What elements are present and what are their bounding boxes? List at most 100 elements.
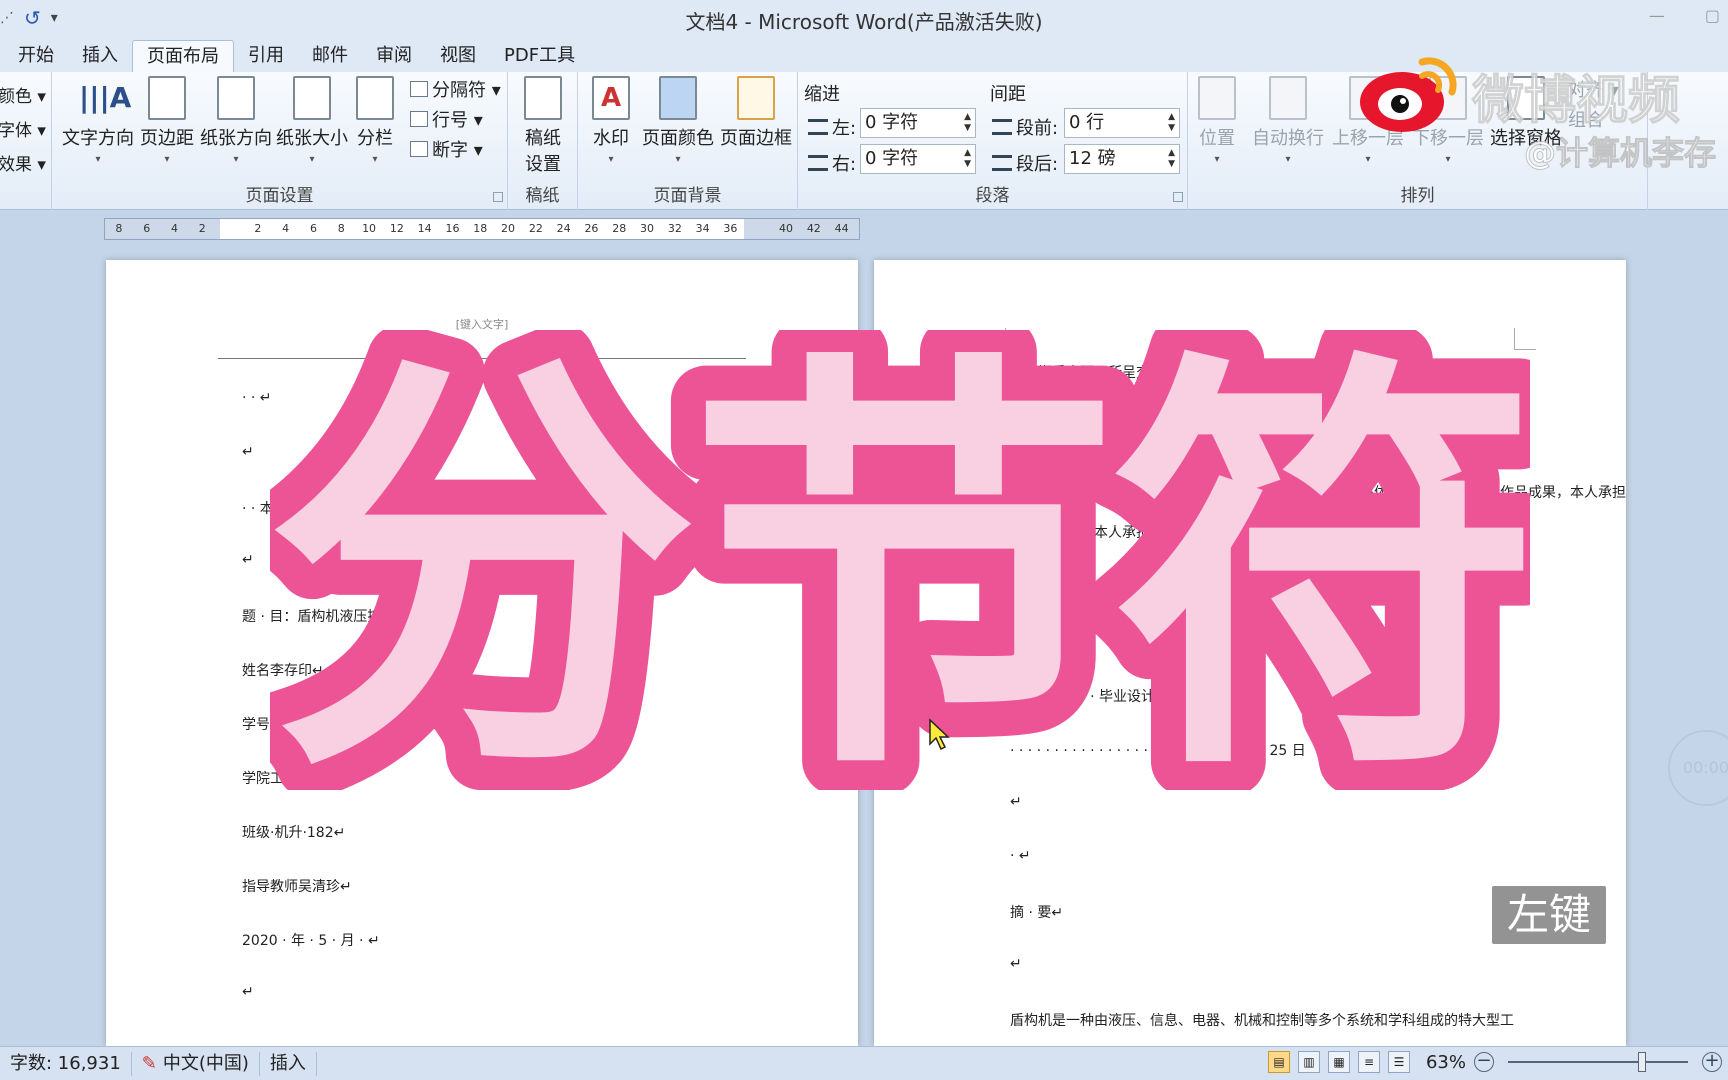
spacing-before-label: 段前:: [992, 114, 1058, 140]
document-line: ↵: [242, 444, 254, 460]
document-line: 班级·机升·182↵: [242, 825, 346, 841]
wrap-text-icon: [1269, 76, 1307, 120]
spacing-before-input[interactable]: 0 行 ▲ ▼: [1064, 108, 1180, 138]
page-color-icon: [659, 76, 697, 120]
tab-references[interactable]: 引用: [234, 40, 298, 72]
minimize-icon[interactable]: —: [1649, 6, 1665, 25]
ruler-numbers: 8 6 4 2 2 4 6 8 10 12 14 16 18 20 22 24 26 28 30 32 34 36 40 42…: [105, 222, 859, 235]
ruler-number: 12: [389, 222, 404, 235]
line-numbers-button[interactable]: 行号 ▾: [410, 106, 483, 132]
indent-right-input[interactable]: 0 字符 ▲ ▼: [860, 144, 976, 174]
ruler-number: 4: [282, 222, 290, 235]
indent-left-input[interactable]: 0 字符 ▲ ▼: [860, 108, 976, 138]
draft-view-icon[interactable]: ☰: [1387, 1051, 1410, 1073]
tab-view[interactable]: 视图: [426, 40, 490, 72]
zoom-slider[interactable]: [1508, 1052, 1688, 1072]
ruler-number: [216, 222, 244, 235]
text-direction-icon: |||A: [79, 81, 132, 114]
watermark-button[interactable]: A 水印 ▾: [586, 76, 636, 165]
manuscript-settings-button[interactable]: 稿纸 设置: [518, 76, 568, 176]
window-controls: — ▢: [1649, 6, 1720, 25]
orientation-icon: [217, 76, 255, 120]
ruler-number: 34: [695, 222, 710, 235]
page-size-button[interactable]: 纸张大小 ▾: [272, 76, 352, 165]
ruler-number: 18: [473, 222, 488, 235]
zoom-out-icon[interactable]: −: [1474, 1052, 1494, 1072]
proofing-status[interactable]: ✎ 中文(中国): [132, 1051, 260, 1076]
tab-pdf-tools[interactable]: PDF工具: [490, 40, 589, 72]
page-borders-button[interactable]: 页面边框: [718, 76, 794, 150]
ruler-number: 8: [115, 222, 123, 235]
indent-left-icon: [808, 119, 828, 135]
document-line: 摘 · 要↵: [1010, 905, 1064, 921]
columns-button[interactable]: 分栏 ▾: [350, 76, 400, 165]
spin-arrows-icon[interactable]: ▲ ▼: [964, 112, 971, 134]
position-button[interactable]: 位置 ▾: [1192, 76, 1242, 165]
document-line: ↵: [242, 552, 254, 568]
breaks-icon: [410, 81, 428, 97]
status-bar: 字数: 16,931 ✎ 中文(中国) 插入 ▤ ▥ ▦ ≡ ☰ 63% − +: [0, 1046, 1728, 1080]
text-direction-button[interactable]: |||A 文字方向 ▾: [58, 76, 138, 165]
overlay-title: 分节符 分节符: [270, 330, 1530, 790]
zoom-in-icon[interactable]: +: [1702, 1052, 1722, 1072]
ruler-number: 20: [501, 222, 516, 235]
breaks-button[interactable]: 分隔符 ▾: [410, 76, 501, 102]
hyphenation-icon: [410, 141, 428, 157]
paragraph-group: 缩进 间距 左: 0 字符 ▲ ▼ 右: 0 字符 ▲ ▼ 段前: 0 行 ▲ ▼ 段后: …: [798, 72, 1188, 210]
title-bar: ⋰ ↺ ▾ 文档4 - Microsoft Word(产品激活失败) — ▢: [0, 0, 1728, 38]
page-borders-icon: [737, 76, 775, 120]
print-layout-view-icon[interactable]: ▤: [1267, 1051, 1290, 1073]
themes-group: 颜色 ▾ 字体 ▾ 效果 ▾: [0, 72, 52, 210]
paragraph-launcher-icon[interactable]: [1173, 192, 1183, 202]
page-color-button[interactable]: 页面颜色 ▾: [640, 76, 716, 165]
margins-button[interactable]: 页边距 ▾: [132, 76, 202, 165]
hyphenation-button[interactable]: 断字 ▾: [410, 136, 483, 162]
line-numbers-icon: [410, 111, 428, 127]
web-layout-view-icon[interactable]: ▦: [1327, 1051, 1350, 1073]
zoom-slider-thumb[interactable]: [1638, 1052, 1646, 1072]
ruler-number: 22: [528, 222, 543, 235]
weibo-logo-icon: [1360, 57, 1457, 132]
wrap-text-button[interactable]: 自动换行 ▾: [1250, 76, 1326, 165]
tab-mailings[interactable]: 邮件: [298, 40, 362, 72]
outline-view-icon[interactable]: ≡: [1357, 1051, 1380, 1073]
spin-arrows-icon[interactable]: ▲ ▼: [1168, 112, 1175, 134]
margins-icon: [148, 76, 186, 120]
document-line: · · ↵: [242, 390, 272, 406]
ribbon: 颜色 ▾ 字体 ▾ 效果 ▾ |||A 文字方向 ▾ 页边距 ▾ 纸张方向 ▾ 纸张大…: [0, 72, 1728, 210]
theme-fonts-button[interactable]: 字体 ▾: [0, 116, 46, 141]
watermark-handle: @计算机李存: [1523, 134, 1717, 173]
tab-review[interactable]: 审阅: [362, 40, 426, 72]
tab-insert[interactable]: 插入: [68, 40, 132, 72]
tab-home[interactable]: 开始: [4, 40, 68, 72]
indent-title: 缩进: [804, 84, 840, 105]
page-background-group: A 水印 ▾ 页面颜色 ▾ 页面边框 页面背景: [578, 72, 798, 210]
ruler-number: 2: [198, 222, 206, 235]
ruler-number: 16: [445, 222, 460, 235]
manuscript-label: 稿纸: [525, 186, 560, 206]
ruler-number: 6: [143, 222, 151, 235]
spin-arrows-icon[interactable]: ▲ ▼: [964, 148, 971, 170]
zoom-level[interactable]: 63%: [1426, 1052, 1466, 1073]
watermark-icon: A: [592, 76, 630, 120]
spin-arrows-icon[interactable]: ▲ ▼: [1168, 148, 1175, 170]
horizontal-ruler[interactable]: 8 6 4 2 2 4 6 8 10 12 14 16 18 20 22 24 26 28 30 32 34 36 40 42…: [104, 218, 860, 240]
spacing-after-input[interactable]: 12 磅 ▲ ▼: [1064, 144, 1180, 174]
page-setup-group: |||A 文字方向 ▾ 页边距 ▾ 纸张方向 ▾ 纸张大小 ▾ 分栏 ▾ 分隔符 ▾ 行号…: [52, 72, 508, 210]
position-icon: [1198, 76, 1236, 120]
ruler-number: 36: [723, 222, 738, 235]
reading-view-icon[interactable]: ▥: [1297, 1051, 1320, 1073]
indent-right-icon: [808, 155, 828, 171]
theme-effects-button[interactable]: 效果 ▾: [0, 150, 46, 175]
page-setup-launcher-icon[interactable]: [493, 192, 503, 202]
maximize-icon[interactable]: ▢: [1705, 6, 1720, 25]
insert-mode[interactable]: 插入: [260, 1051, 317, 1076]
word-count[interactable]: 字数: 16,931: [0, 1051, 132, 1076]
manuscript-group: 稿纸 设置 稿纸: [508, 72, 578, 210]
spacing-title: 间距: [990, 84, 1026, 105]
orientation-button[interactable]: 纸张方向 ▾: [196, 76, 276, 165]
recording-timer: 00:00: [1668, 730, 1728, 806]
theme-colors-button[interactable]: 颜色 ▾: [0, 82, 46, 107]
mouse-cursor-icon: [929, 718, 950, 751]
tab-page-layout[interactable]: 页面布局: [132, 40, 234, 72]
